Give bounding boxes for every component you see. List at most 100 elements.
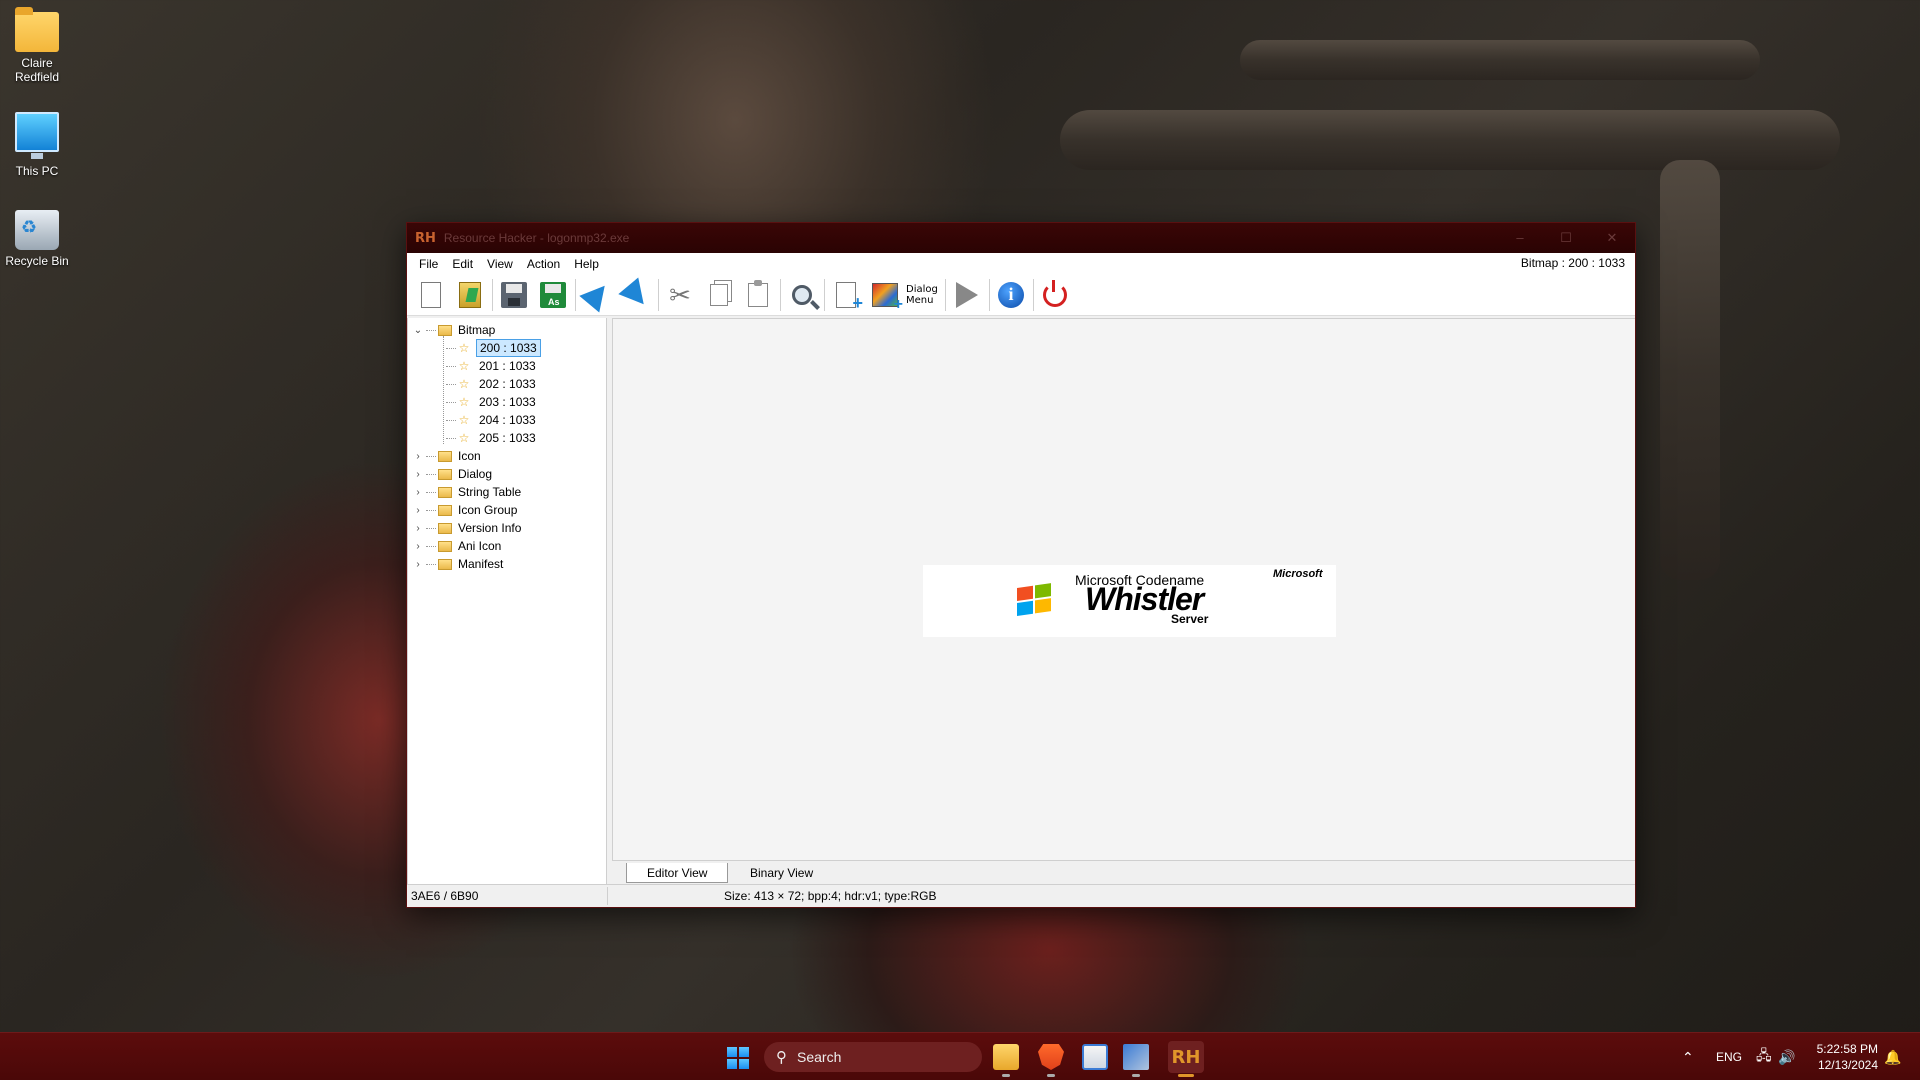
tree-item-label: 200 : 1033 — [476, 339, 541, 357]
toolbar-separator — [780, 278, 781, 311]
tree-node-bitmap[interactable]: ⌄ Bitmap — [412, 321, 496, 339]
tree-connector — [446, 419, 456, 421]
tree-node-icon-group[interactable]: › Icon Group — [412, 501, 517, 519]
status-divider — [607, 887, 608, 905]
power-icon — [1043, 279, 1067, 307]
folder-icon — [438, 450, 452, 462]
star-icon: ☆ — [458, 341, 470, 355]
tab-binary-view[interactable]: Binary View — [730, 863, 833, 883]
bookmark-button[interactable] — [618, 276, 654, 313]
collapse-chevron-icon[interactable]: ⌄ — [412, 325, 424, 336]
expand-chevron-icon[interactable]: › — [412, 469, 424, 480]
tree-item-201[interactable]: ☆ 201 : 1033 — [444, 357, 539, 375]
tree-connector — [446, 347, 456, 349]
cut-button[interactable]: ✂ — [662, 277, 698, 313]
tree-connector — [446, 401, 456, 403]
tree-connector — [446, 383, 456, 385]
tree-node-ani-icon[interactable]: › Ani Icon — [412, 537, 501, 555]
tree-item-203[interactable]: ☆ 203 : 1033 — [444, 393, 539, 411]
menu-action[interactable]: Action — [520, 257, 567, 271]
status-bitmap-info: Size: 413 × 72; bpp:4; hdr:v1; type:RGB — [724, 889, 937, 903]
resource-hacker-taskbar-icon[interactable]: RH — [1168, 1041, 1204, 1073]
tree-connector — [426, 545, 436, 547]
copy-button[interactable] — [701, 277, 737, 313]
tree-connector — [426, 509, 436, 511]
save-icon — [501, 281, 527, 308]
paste-button[interactable] — [740, 277, 776, 313]
toolbar-separator — [575, 278, 576, 311]
folder-icon — [438, 540, 452, 552]
file-explorer-icon[interactable] — [993, 1044, 1019, 1070]
exit-button[interactable] — [1037, 277, 1073, 313]
tree-item-label: 204 : 1033 — [479, 413, 536, 427]
toolbar-separator — [1033, 278, 1034, 311]
notification-bell-icon[interactable]: 🔔 — [1884, 1033, 1901, 1080]
taskbar: ⚲ Search RH ⌃ ENG 🖧 🔊 5:22:58 PM 12/13/2… — [0, 1032, 1920, 1080]
toolbar-separator — [824, 278, 825, 311]
expand-chevron-icon[interactable]: › — [412, 505, 424, 516]
tree-item-204[interactable]: ☆ 204 : 1033 — [444, 411, 539, 429]
volume-icon[interactable]: 🔊 — [1778, 1033, 1795, 1080]
tree-connector — [426, 527, 436, 529]
tree-connector — [446, 437, 456, 439]
new-button[interactable] — [413, 277, 449, 313]
maximize-button[interactable]: ☐ — [1543, 230, 1589, 246]
tree-item-202[interactable]: ☆ 202 : 1033 — [444, 375, 539, 393]
tree-node-manifest[interactable]: › Manifest — [412, 555, 503, 573]
menu-edit[interactable]: Edit — [445, 257, 480, 271]
minimize-button[interactable]: – — [1497, 230, 1543, 246]
expand-chevron-icon[interactable]: › — [412, 559, 424, 570]
save-button[interactable] — [496, 277, 532, 313]
search-placeholder: Search — [797, 1049, 842, 1065]
expand-chevron-icon[interactable]: › — [412, 451, 424, 462]
dialog-menu-button[interactable]: Dialog Menu — [906, 284, 940, 306]
app-tool-icon[interactable] — [1123, 1044, 1149, 1070]
title-bar[interactable]: RH Resource Hacker - logonmp32.exe – ☐ ✕ — [407, 223, 1635, 253]
expand-chevron-icon[interactable]: › — [412, 541, 424, 552]
tree-node-icon[interactable]: › Icon — [412, 447, 480, 465]
clock-time: 5:22:58 PM — [1816, 1042, 1878, 1056]
desktop-icon-this-pc[interactable]: This PC — [4, 112, 70, 178]
tree-item-200[interactable]: ☆ 200 : 1033 — [444, 339, 541, 357]
menu-file[interactable]: File — [412, 257, 445, 271]
desktop-icon-label: Claire Redfield — [14, 56, 60, 84]
find-button[interactable] — [784, 277, 820, 313]
desktop-icon-claire-redfield[interactable]: Claire Redfield — [4, 7, 70, 84]
running-indicator — [1047, 1074, 1055, 1077]
compile-button[interactable] — [579, 276, 615, 313]
brave-browser-icon[interactable] — [1038, 1044, 1064, 1070]
add-resource-button[interactable] — [828, 277, 864, 314]
close-button[interactable]: ✕ — [1589, 230, 1635, 246]
tree-node-label: Manifest — [458, 557, 504, 571]
microsoft-store-icon[interactable] — [1082, 1044, 1108, 1070]
tree-node-string-table[interactable]: › String Table — [412, 483, 521, 501]
about-button[interactable]: i — [993, 277, 1029, 313]
desktop-icon-recycle-bin[interactable]: Recycle Bin — [4, 210, 70, 268]
open-button[interactable] — [452, 277, 488, 313]
menu-view[interactable]: View — [480, 257, 520, 271]
copy-icon — [710, 283, 728, 306]
expand-chevron-icon[interactable]: › — [412, 487, 424, 498]
taskbar-search[interactable]: ⚲ Search — [764, 1042, 982, 1072]
add-blank-resource-icon — [836, 281, 863, 314]
bitmap-brand-text: Microsoft — [1273, 568, 1323, 580]
add-image-resource-button[interactable] — [867, 277, 903, 314]
tree-item-205[interactable]: ☆ 205 : 1033 — [444, 429, 539, 447]
save-as-button[interactable] — [535, 277, 571, 313]
windows-flag-logo — [1017, 582, 1059, 624]
tray-chevron-icon[interactable]: ⌃ — [1682, 1033, 1694, 1080]
menu-help[interactable]: Help — [567, 257, 606, 271]
run-script-button[interactable] — [949, 277, 985, 313]
tree-node-label: Ani Icon — [458, 539, 502, 553]
tree-node-dialog[interactable]: › Dialog — [412, 465, 492, 483]
expand-chevron-icon[interactable]: › — [412, 523, 424, 534]
running-indicator — [1002, 1074, 1010, 1077]
network-icon[interactable]: 🖧 — [1756, 1033, 1772, 1080]
tree-connector — [446, 365, 456, 367]
language-indicator[interactable]: ENG — [1716, 1033, 1742, 1080]
windows-start-icon[interactable] — [727, 1047, 749, 1069]
tree-item-label: 202 : 1033 — [479, 377, 536, 391]
tab-editor-view[interactable]: Editor View — [626, 863, 729, 883]
tree-node-version-info[interactable]: › Version Info — [412, 519, 521, 537]
clock[interactable]: 5:22:58 PM 12/13/2024 — [1800, 1041, 1878, 1073]
